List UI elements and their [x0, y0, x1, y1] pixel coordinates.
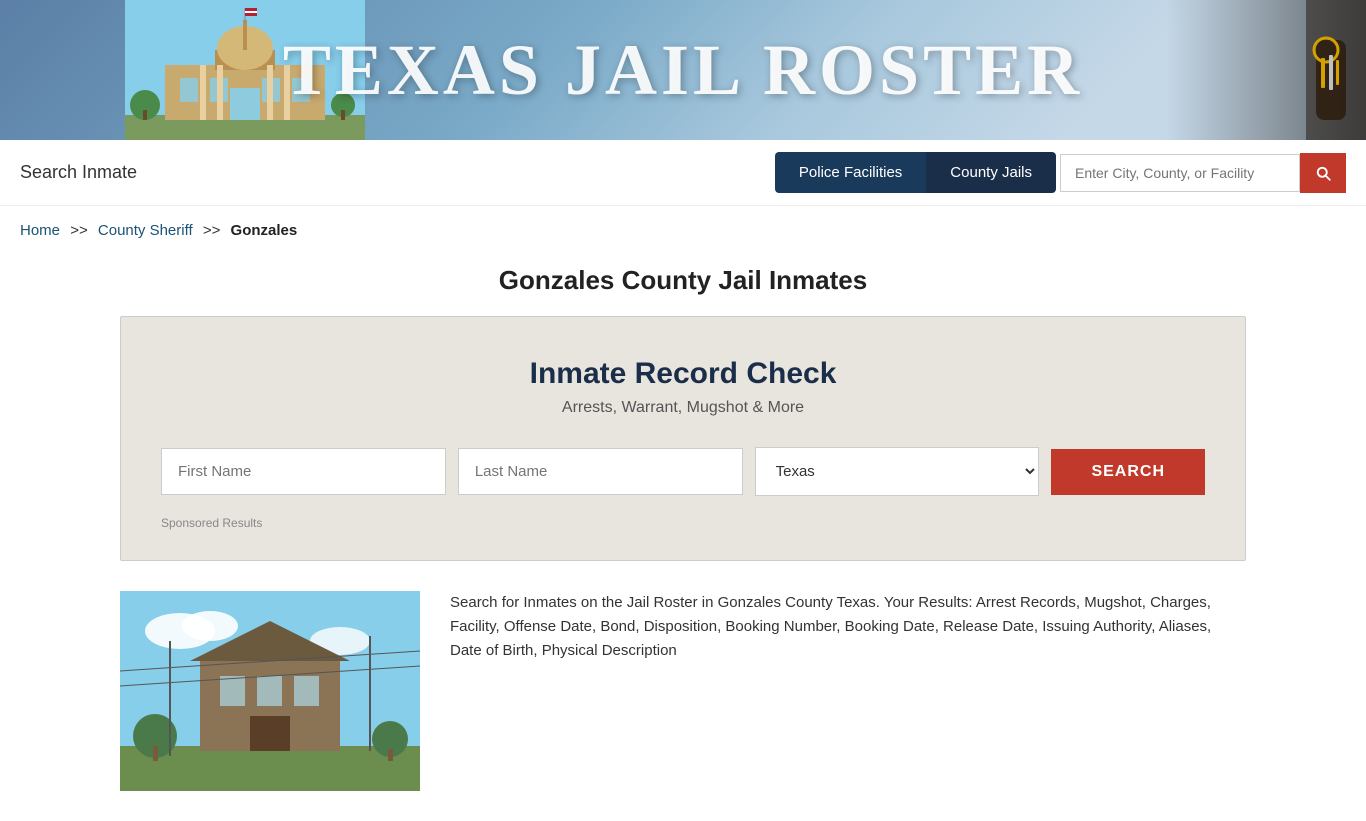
county-jails-button[interactable]: County Jails [926, 152, 1056, 193]
banner-title: Texas Jail Roster [283, 29, 1083, 112]
banner-keys-decoration [1166, 0, 1366, 140]
last-name-input[interactable] [458, 448, 743, 495]
record-check-subtitle: Arrests, Warrant, Mugshot & More [161, 399, 1205, 417]
facility-search-button[interactable] [1300, 153, 1346, 193]
page-title-section: Gonzales County Jail Inmates [0, 255, 1366, 316]
police-facilities-button[interactable]: Police Facilities [775, 152, 926, 193]
search-inmate-label: Search Inmate [20, 162, 775, 183]
search-icon [1314, 164, 1332, 182]
header-banner: Texas Jail Roster [0, 0, 1366, 140]
record-check-title: Inmate Record Check [161, 357, 1205, 391]
description-text: Search for Inmates on the Jail Roster in… [450, 591, 1246, 663]
breadcrumb-sep-1: >> [70, 222, 88, 239]
nav-buttons: Police Facilities County Jails [775, 152, 1346, 193]
inmate-search-button[interactable]: SEARCH [1051, 449, 1205, 495]
state-select[interactable]: AlabamaAlaskaArizonaArkansasCaliforniaCo… [755, 447, 1040, 496]
facility-search-input[interactable] [1060, 154, 1300, 192]
breadcrumb-county-sheriff[interactable]: County Sheriff [98, 222, 193, 239]
nav-bar: Search Inmate Police Facilities County J… [0, 140, 1366, 206]
breadcrumb-home[interactable]: Home [20, 222, 60, 239]
first-name-input[interactable] [161, 448, 446, 495]
building-image [120, 591, 420, 791]
sponsored-label: Sponsored Results [161, 516, 1205, 530]
page-title: Gonzales County Jail Inmates [0, 265, 1366, 296]
bottom-section: Search for Inmates on the Jail Roster in… [0, 561, 1366, 821]
search-form-row: AlabamaAlaskaArizonaArkansasCaliforniaCo… [161, 447, 1205, 496]
breadcrumb: Home >> County Sheriff >> Gonzales [0, 206, 1366, 255]
breadcrumb-sep-2: >> [203, 222, 221, 239]
breadcrumb-current: Gonzales [231, 222, 298, 239]
record-check-box: Inmate Record Check Arrests, Warrant, Mu… [120, 316, 1246, 561]
